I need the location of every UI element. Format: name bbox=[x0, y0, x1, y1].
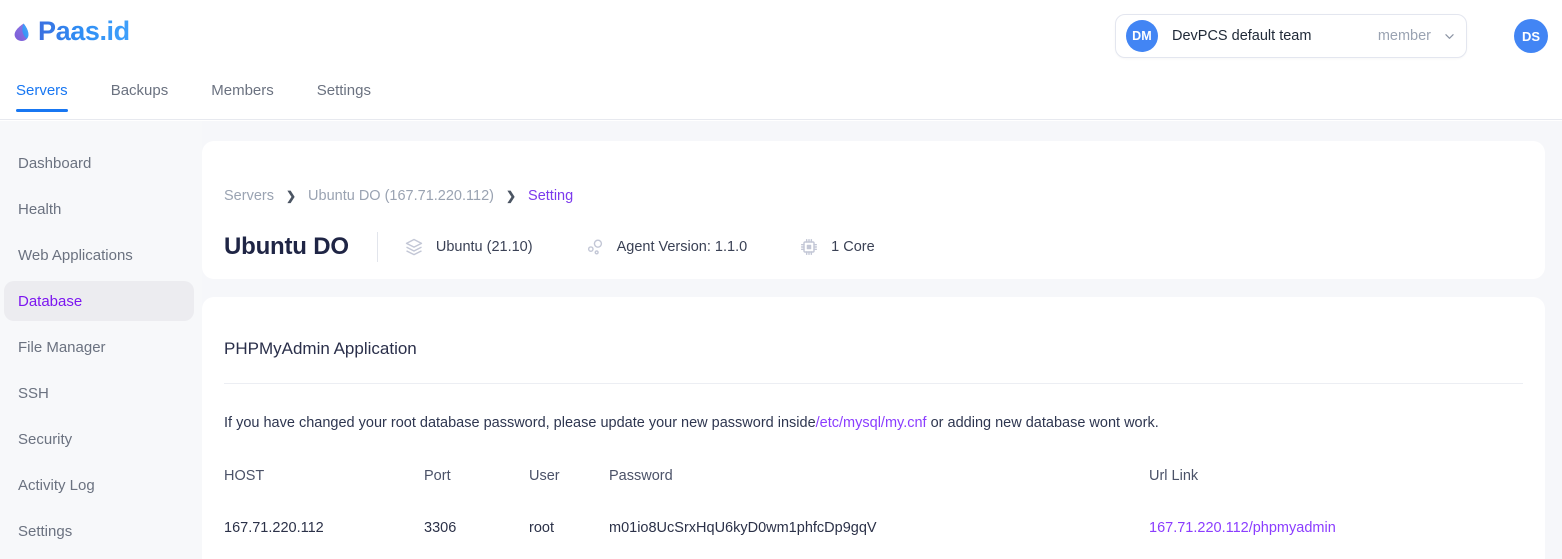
server-os-label: Ubuntu (21.10) bbox=[435, 239, 533, 255]
breadcrumb-item-server[interactable]: Ubuntu DO (167.71.220.112) bbox=[308, 188, 494, 204]
team-avatar: DM bbox=[1126, 20, 1158, 52]
column-header-port: Port bbox=[424, 468, 451, 484]
team-role: member bbox=[1377, 28, 1431, 44]
notice-text-before: If you have changed your root database p… bbox=[224, 415, 816, 431]
user-avatar[interactable]: DS bbox=[1514, 19, 1548, 53]
table-header-row: HOST Port User Password Url Link bbox=[224, 457, 1523, 495]
column-header-password: Password bbox=[609, 468, 673, 484]
breadcrumb-item-servers[interactable]: Servers bbox=[224, 188, 274, 204]
cell-user: root bbox=[529, 520, 554, 536]
sidebar-item-file-manager[interactable]: File Manager bbox=[4, 327, 194, 367]
server-agent-label: Agent Version: 1.1.0 bbox=[616, 239, 748, 255]
sidebar-item-web-applications[interactable]: Web Applications bbox=[4, 235, 194, 275]
table-row: 167.71.220.112 3306 root m01io8UcSrxHqU6… bbox=[224, 509, 1523, 547]
top-header: Paas.id DM DevPCS default team member DS bbox=[0, 0, 1562, 72]
mysql-config-path: /etc/mysql/my.cnf bbox=[815, 415, 927, 431]
sidebar-item-dashboard[interactable]: Dashboard bbox=[4, 143, 194, 183]
sidebar-item-activity-log[interactable]: Activity Log bbox=[4, 465, 194, 505]
section-title: PHPMyAdmin Application bbox=[224, 339, 417, 358]
sidebar-item-security[interactable]: Security bbox=[4, 419, 194, 459]
column-header-user: User bbox=[529, 468, 560, 484]
chevron-down-icon[interactable] bbox=[1445, 32, 1454, 41]
sidebar-item-ssh[interactable]: SSH bbox=[4, 373, 194, 413]
server-meta-cpu: 1 Core bbox=[799, 237, 875, 257]
column-header-host: HOST bbox=[224, 468, 265, 484]
server-cpu-label: 1 Core bbox=[831, 239, 875, 255]
tab-servers[interactable]: Servers bbox=[16, 72, 68, 112]
brand-logo[interactable]: Paas.id bbox=[12, 18, 130, 45]
server-meta-os: Ubuntu (21.10) bbox=[404, 237, 533, 257]
credentials-table: HOST Port User Password Url Link 167.71.… bbox=[224, 457, 1523, 547]
server-meta-agent: Agent Version: 1.1.0 bbox=[585, 237, 748, 257]
page-body: Dashboard Health Web Applications Databa… bbox=[0, 121, 1562, 559]
breadcrumb-separator-icon: ❯ bbox=[505, 189, 517, 203]
server-summary-card: Servers ❯ Ubuntu DO (167.71.220.112) ❯ S… bbox=[202, 141, 1545, 279]
cpu-chip-icon bbox=[801, 238, 818, 256]
team-name: DevPCS default team bbox=[1172, 28, 1312, 44]
sidebar-item-database[interactable]: Database bbox=[4, 281, 194, 321]
cell-password: m01io8UcSrxHqU6kyD0wm1phfcDp9gqV bbox=[609, 520, 877, 536]
password-notice: If you have changed your root database p… bbox=[224, 415, 1159, 431]
column-header-url-link: Url Link bbox=[1149, 468, 1199, 484]
layers-icon bbox=[405, 238, 423, 256]
notice-text-after: or adding new database wont work. bbox=[926, 415, 1159, 431]
tab-settings[interactable]: Settings bbox=[317, 72, 371, 112]
breadcrumb-separator-icon: ❯ bbox=[285, 189, 297, 203]
tab-members[interactable]: Members bbox=[211, 72, 274, 112]
agent-circles-icon bbox=[587, 239, 602, 255]
cell-url-link[interactable]: 167.71.220.112/phpmyadmin bbox=[1149, 520, 1449, 536]
divider bbox=[376, 232, 378, 262]
sidebar-item-settings[interactable]: Settings bbox=[4, 511, 194, 551]
cell-port: 3306 bbox=[424, 520, 457, 536]
breadcrumb: Servers ❯ Ubuntu DO (167.71.220.112) ❯ S… bbox=[224, 188, 573, 204]
sidebar: Dashboard Health Web Applications Databa… bbox=[0, 121, 202, 559]
brand-name: Paas.id bbox=[38, 16, 130, 46]
phpmyadmin-card: PHPMyAdmin Application If you have chang… bbox=[202, 297, 1545, 559]
primary-tabs: Servers Backups Members Settings bbox=[0, 72, 1562, 120]
page-title: Ubuntu DO bbox=[224, 233, 349, 260]
section-divider bbox=[224, 383, 1523, 384]
sidebar-item-health[interactable]: Health bbox=[4, 189, 194, 229]
tab-backups[interactable]: Backups bbox=[111, 72, 169, 112]
team-selector[interactable]: DM DevPCS default team member bbox=[1115, 14, 1467, 58]
paas-teardrop-logo-icon bbox=[14, 23, 29, 41]
cell-host: 167.71.220.112 bbox=[224, 520, 324, 536]
server-header: Ubuntu DO Ubuntu (21.10) Agent Version: … bbox=[224, 229, 875, 265]
breadcrumb-item-setting[interactable]: Setting bbox=[528, 188, 573, 204]
